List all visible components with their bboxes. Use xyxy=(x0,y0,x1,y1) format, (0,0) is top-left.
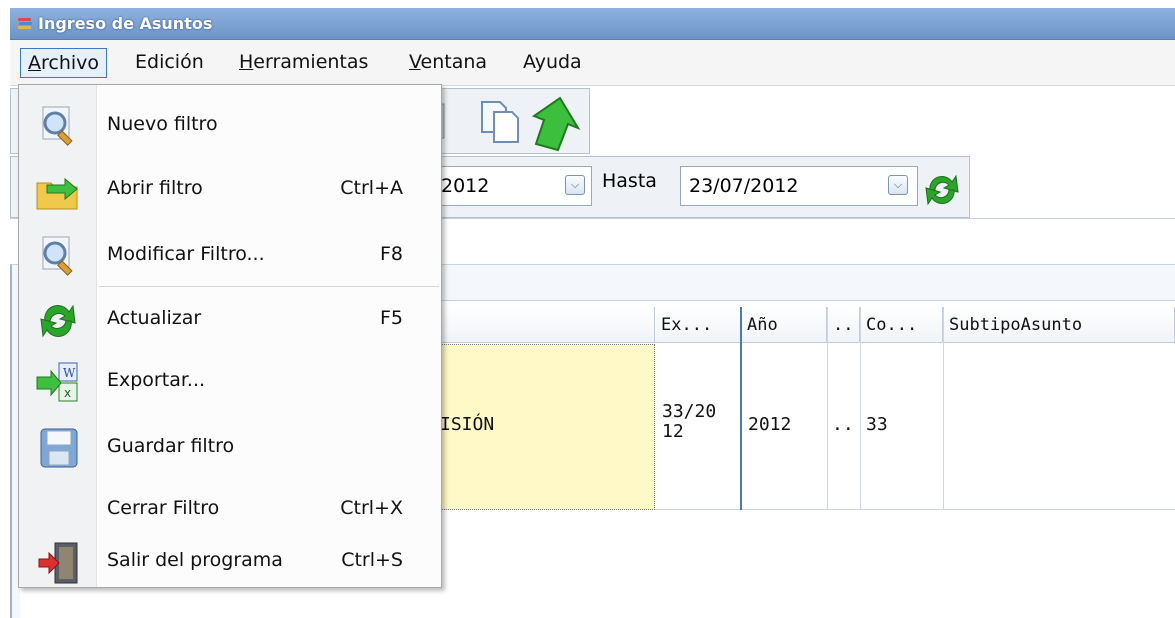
menu-item-exportar[interactable]: W x Exportar... xyxy=(19,351,441,411)
refresh-icon[interactable] xyxy=(922,170,962,210)
menu-archivo-mnemonic: A xyxy=(28,52,41,74)
archivo-menu: Nuevo filtro Abrir filtro Ctrl+A Modific… xyxy=(18,84,442,588)
window-title: Ingreso de Asuntos xyxy=(38,14,213,33)
menu-item-label: Cerrar Filtro xyxy=(107,497,220,519)
cell-anio: 2012 xyxy=(748,414,792,435)
magnifier-page-icon xyxy=(42,236,73,276)
menu-archivo-rest: rchivo xyxy=(41,52,100,74)
column-divider xyxy=(860,307,861,510)
desde-dropdown-button[interactable]: ⌵ xyxy=(565,175,585,195)
column-header-blank[interactable] xyxy=(432,307,655,343)
menu-item-label: Abrir filtro xyxy=(107,177,203,199)
cell-ex: 33/20 12 xyxy=(662,402,716,442)
hasta-date-combo[interactable]: 23/07/2012 xyxy=(680,166,918,206)
cell-co: 33 xyxy=(866,414,888,435)
menu-item-label: Guardar filtro xyxy=(107,435,235,457)
exit-door-icon xyxy=(38,542,78,584)
chevron-down-icon: ⌵ xyxy=(893,178,903,191)
hasta-date-value: 23/07/2012 xyxy=(689,175,799,197)
menu-herramientas[interactable]: Herramientas xyxy=(232,48,375,78)
column-header-subtipo[interactable]: SubtipoAsunto xyxy=(943,307,1175,343)
menu-item-actualizar[interactable]: Actualizar F5 xyxy=(19,289,441,349)
cell-ex-line1: 33/20 xyxy=(662,401,717,422)
column-divider xyxy=(827,307,828,510)
menu-item-abrir-filtro[interactable]: Abrir filtro Ctrl+A xyxy=(19,159,441,219)
magnifier-page-icon xyxy=(42,106,73,146)
menu-item-label: Salir del programa xyxy=(107,549,283,571)
menu-item-shortcut: Ctrl+X xyxy=(340,497,403,519)
svg-text:x: x xyxy=(64,386,71,400)
refresh-icon xyxy=(40,304,76,338)
cell-asunto: ISIÓN xyxy=(440,414,495,435)
menu-archivo[interactable]: Archivo xyxy=(20,48,108,78)
menu-item-modificar-filtro[interactable]: Modificar Filtro... F8 xyxy=(19,225,441,285)
menu-item-label: Modificar Filtro... xyxy=(107,243,265,265)
undo-arrow-icon[interactable] xyxy=(528,94,582,154)
menu-item-label: Actualizar xyxy=(107,307,202,329)
hasta-label: Hasta xyxy=(602,170,657,192)
export-office-icon: W x xyxy=(36,362,78,402)
desde-date-value: 2012 xyxy=(441,175,490,197)
menu-item-label: Nuevo filtro xyxy=(107,113,218,135)
column-header-dots[interactable]: .. xyxy=(827,307,860,343)
column-header-co[interactable]: Co... xyxy=(860,307,943,343)
column-header-anio[interactable]: Año xyxy=(741,307,827,343)
hasta-dropdown-button[interactable]: ⌵ xyxy=(888,175,908,195)
menu-ventana-mnemonic: V xyxy=(409,51,421,73)
menu-ventana-rest: entana xyxy=(420,51,488,73)
menu-ventana[interactable]: Ventana xyxy=(402,48,494,78)
column-header-ex[interactable]: Ex... xyxy=(655,307,741,343)
column-divider xyxy=(943,307,944,510)
menu-item-label: Exportar... xyxy=(107,369,206,391)
title-bar: Ingreso de Asuntos xyxy=(10,8,1175,40)
menu-item-cerrar-filtro[interactable]: Cerrar Filtro Ctrl+X xyxy=(19,479,441,539)
menu-item-guardar-filtro[interactable]: Guardar filtro xyxy=(19,417,441,477)
cell-dots: .. xyxy=(832,414,854,435)
floppy-disk-icon xyxy=(40,428,78,468)
column-divider xyxy=(740,307,742,510)
svg-text:W: W xyxy=(63,366,76,380)
menu-item-nuevo-filtro[interactable]: Nuevo filtro xyxy=(19,95,441,155)
copy-icon[interactable] xyxy=(478,98,522,146)
open-folder-icon xyxy=(36,177,78,210)
menu-ayuda[interactable]: Ayuda xyxy=(516,48,589,78)
menu-item-shortcut: F8 xyxy=(379,243,403,265)
menu-item-shortcut: Ctrl+S xyxy=(341,549,403,571)
menu-separator xyxy=(99,286,439,287)
menu-item-shortcut: Ctrl+A xyxy=(340,177,403,199)
menu-herramientas-rest: erramientas xyxy=(253,51,369,73)
menu-item-shortcut: F5 xyxy=(379,307,403,329)
menu-edicion[interactable]: Edición xyxy=(128,48,211,78)
menu-item-salir[interactable]: Salir del programa Ctrl+S xyxy=(19,531,441,591)
cell-ex-line2: 12 xyxy=(662,421,684,442)
menu-herramientas-mnemonic: H xyxy=(239,51,254,73)
menu-bar: Archivo Edición Herramientas Ventana Ayu… xyxy=(10,40,1175,86)
books-icon xyxy=(18,18,32,29)
chevron-down-icon: ⌵ xyxy=(570,178,580,191)
